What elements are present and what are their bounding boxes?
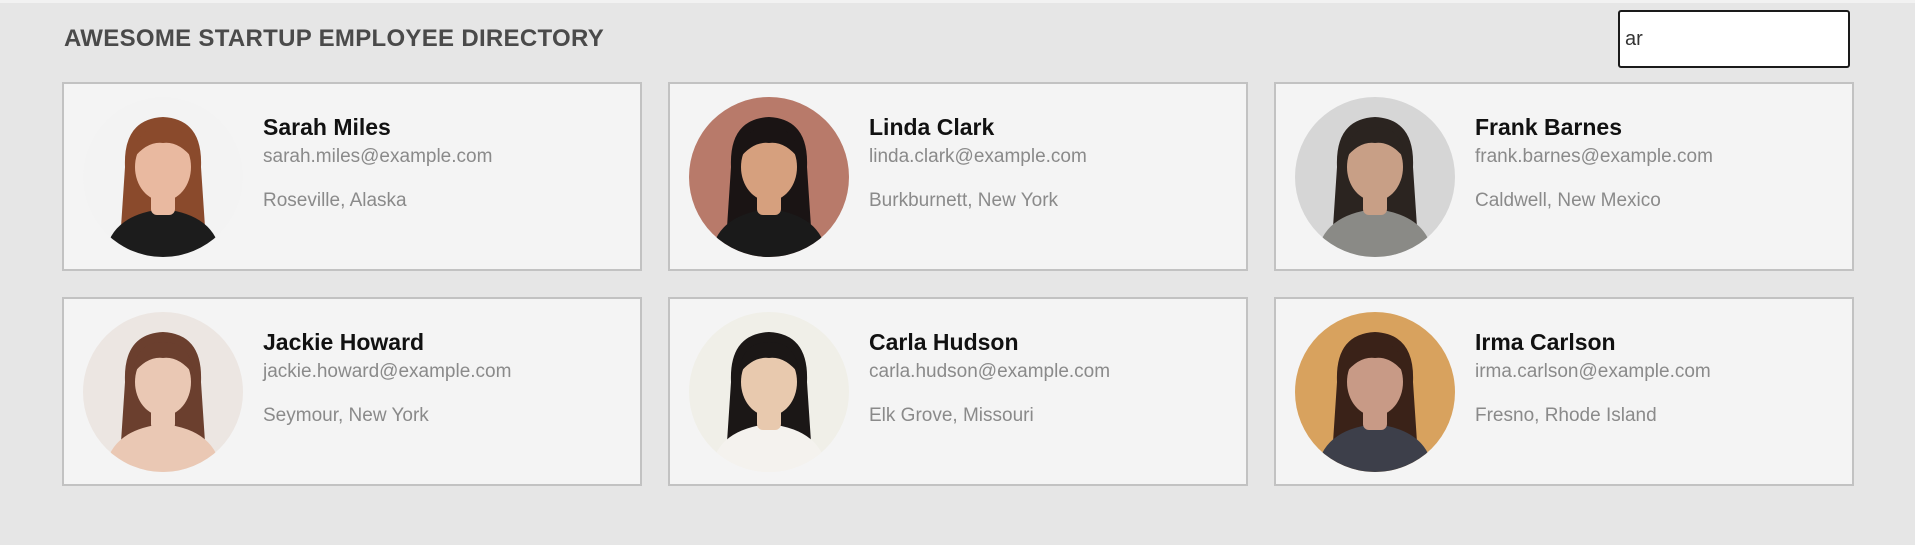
employee-email: linda.clark@example.com (869, 146, 1087, 167)
employee-location: Roseville, Alaska (263, 190, 407, 211)
employee-email: irma.carlson@example.com (1475, 361, 1711, 382)
employee-card[interactable]: Irma Carlson irma.carlson@example.com Fr… (1274, 297, 1854, 486)
employee-info: Frank Barnes frank.barnes@example.com Ca… (1475, 112, 1713, 214)
employee-info: Linda Clark linda.clark@example.com Burk… (869, 112, 1087, 214)
employee-card[interactable]: Sarah Miles sarah.miles@example.com Rose… (62, 82, 642, 271)
employee-location: Elk Grove, Missouri (869, 405, 1034, 426)
employee-avatar (689, 312, 849, 472)
employee-email: jackie.howard@example.com (263, 361, 512, 382)
employee-name: Frank Barnes (1475, 114, 1623, 140)
employee-avatar (1295, 312, 1455, 472)
employee-name: Irma Carlson (1475, 329, 1616, 355)
employee-location: Caldwell, New Mexico (1475, 190, 1661, 211)
employee-gallery: Sarah Miles sarah.miles@example.com Rose… (62, 82, 1854, 486)
employee-card[interactable]: Linda Clark linda.clark@example.com Burk… (668, 82, 1248, 271)
employee-name: Sarah Miles (263, 114, 391, 140)
employee-email: frank.barnes@example.com (1475, 146, 1713, 167)
employee-location: Seymour, New York (263, 405, 429, 426)
employee-info: Sarah Miles sarah.miles@example.com Rose… (263, 112, 492, 214)
employee-avatar (83, 312, 243, 472)
employee-info: Jackie Howard jackie.howard@example.com … (263, 327, 511, 429)
employee-location: Burkburnett, New York (869, 190, 1059, 211)
page-title: AWESOME STARTUP EMPLOYEE DIRECTORY (64, 25, 605, 52)
employee-avatar (83, 97, 243, 257)
employee-name: Carla Hudson (869, 329, 1019, 355)
employee-name: Linda Clark (869, 114, 995, 140)
page-header: AWESOME STARTUP EMPLOYEE DIRECTORY (0, 3, 1915, 75)
search-input[interactable] (1618, 10, 1850, 68)
employee-info: Irma Carlson irma.carlson@example.com Fr… (1475, 327, 1711, 429)
employee-location: Fresno, Rhode Island (1475, 405, 1657, 426)
employee-info: Carla Hudson carla.hudson@example.com El… (869, 327, 1110, 429)
employee-email: carla.hudson@example.com (869, 361, 1111, 382)
employee-avatar (1295, 97, 1455, 257)
employee-avatar (689, 97, 849, 257)
employee-name: Jackie Howard (263, 329, 425, 355)
employee-card[interactable]: Carla Hudson carla.hudson@example.com El… (668, 297, 1248, 486)
employee-card[interactable]: Jackie Howard jackie.howard@example.com … (62, 297, 642, 486)
employee-email: sarah.miles@example.com (263, 146, 493, 167)
employee-card[interactable]: Frank Barnes frank.barnes@example.com Ca… (1274, 82, 1854, 271)
